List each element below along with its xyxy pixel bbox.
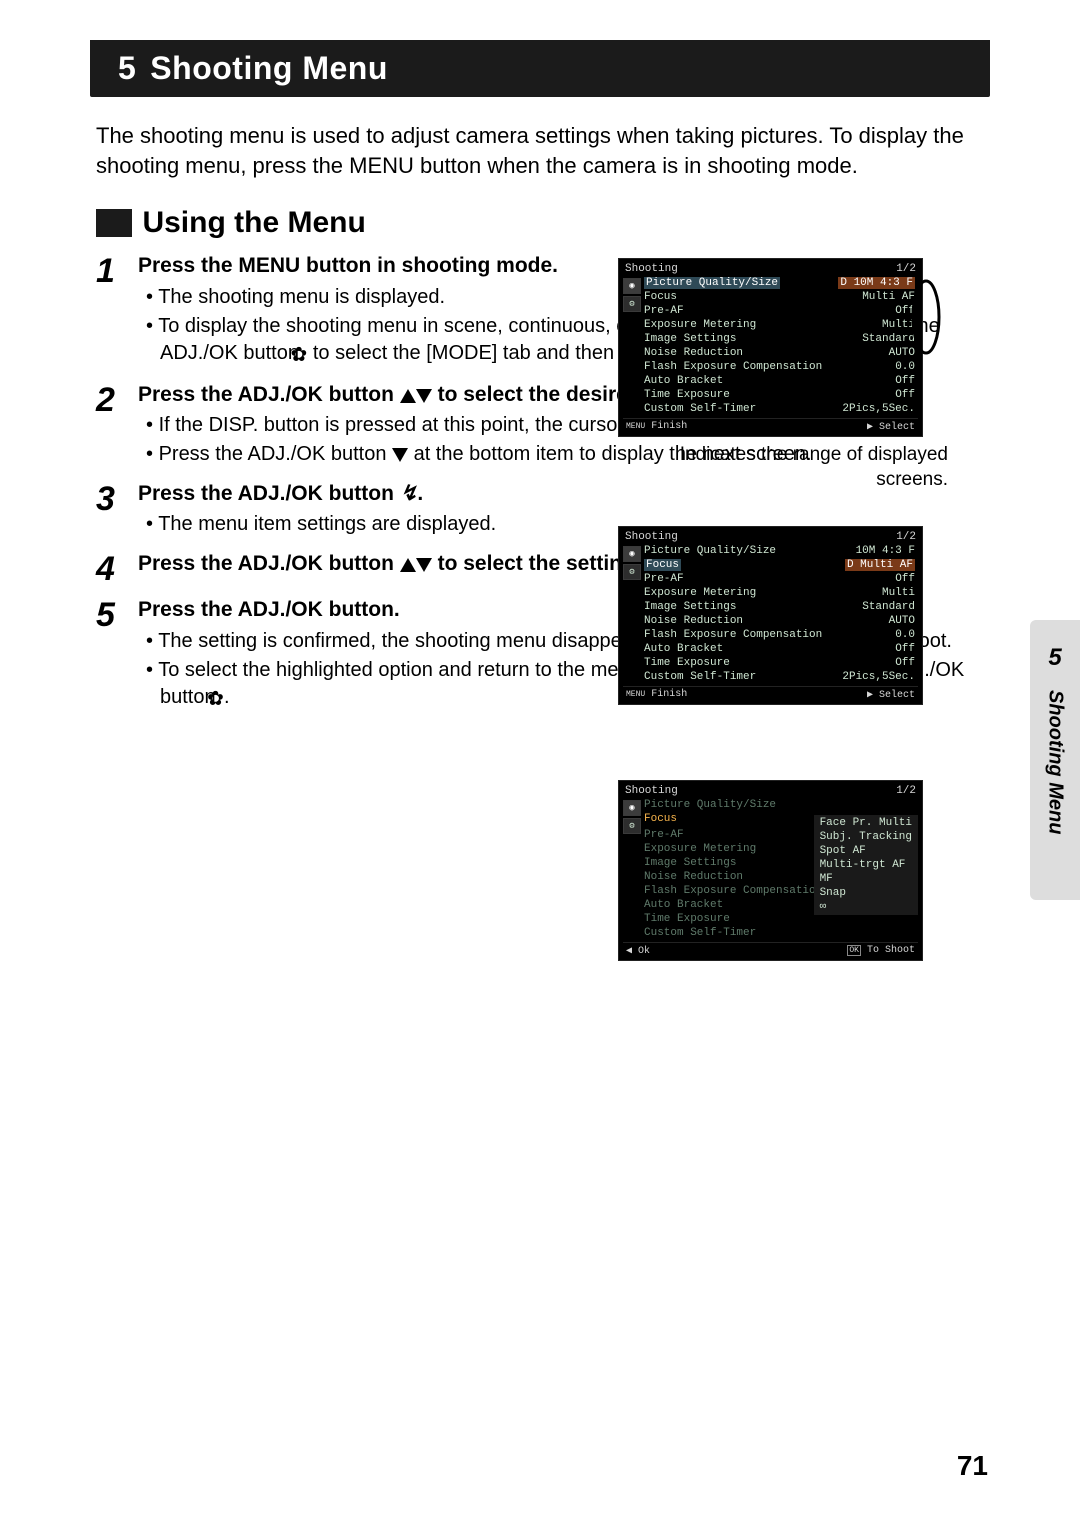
lcd-menu-row: Pre-AFOff	[641, 304, 918, 318]
down-arrow-icon	[416, 558, 432, 572]
page-number: 71	[957, 1450, 988, 1482]
lcd-menu-row: Time ExposureOff	[641, 388, 918, 402]
lcd-menu-row: Picture Quality/SizeD 10M 4:3 F	[641, 276, 918, 290]
up-arrow-icon	[400, 389, 416, 403]
lcd3-header-item: Picture Quality/Size	[644, 799, 776, 811]
chapter-title: Shooting Menu	[150, 50, 388, 86]
lcd3-foot-left: Ok	[638, 946, 650, 957]
lcd3-title: Shooting	[625, 785, 678, 797]
lcd-tab-camera-icon: ◉	[623, 800, 641, 816]
lcd-menu-row: Exposure MeteringMulti	[641, 586, 918, 600]
side-thumb-tab: 5 Shooting Menu	[1030, 620, 1080, 900]
lcd-menu-row: Noise ReductionAUTO	[641, 614, 918, 628]
intro-paragraph: The shooting menu is used to adjust came…	[96, 121, 984, 180]
lcd-tab-setup-icon: ⚙	[623, 564, 641, 580]
lcd-option: Face Pr. Multi	[817, 816, 915, 830]
section-title: Using the Menu	[142, 206, 365, 240]
lcd-menu-row: Custom Self-Timer	[641, 926, 918, 940]
lcd1-caption: Indicates the range of displayed screens…	[618, 443, 948, 492]
lcd-menu-row: Exposure MeteringMulti	[641, 318, 918, 332]
lcd-option: Spot AF	[817, 844, 915, 858]
lcd-option: ∞	[817, 900, 915, 914]
lcd-option: Snap	[817, 886, 915, 900]
lcd3-foot-right: To Shoot	[867, 945, 915, 956]
flash-bolt-icon: ↯	[400, 480, 418, 507]
lcd-option: Multi-trgt AF	[817, 858, 915, 872]
step-number: 2	[96, 381, 138, 470]
lcd-screenshot-1: Shooting 1/2 ◉ ⚙ Picture Quality/SizeD 10…	[618, 258, 923, 437]
lcd-screenshot-2: Shooting 1/2 ◉ ⚙ Picture Quality/Size10M …	[618, 526, 923, 705]
lcd-tab-setup-icon: ⚙	[623, 296, 641, 312]
step-number: 1	[96, 252, 138, 370]
lcd1-foot-left: Finish	[651, 421, 687, 432]
lcd-tab-setup-icon: ⚙	[623, 818, 641, 834]
lcd-menu-row: Noise ReductionAUTO	[641, 346, 918, 360]
lcd-menu-row: FocusMulti AF	[641, 290, 918, 304]
lcd-menu-row: Custom Self-Timer2Pics,5Sec.	[641, 670, 918, 684]
step-number: 4	[96, 550, 138, 586]
lcd-option: Subj. Tracking	[817, 830, 915, 844]
side-tab-number: 5	[1030, 644, 1080, 672]
up-arrow-icon	[400, 558, 416, 572]
lcd3-page: 1/2	[896, 785, 916, 797]
lcd-menu-row: Flash Exposure Compensation0.0	[641, 360, 918, 374]
chapter-number: 5	[118, 50, 136, 87]
down-arrow-icon	[416, 389, 432, 403]
lcd-screenshot-3-wrap: Shooting 1/2 ◉ ⚙ Picture Quality/Size Foc…	[618, 780, 948, 961]
lcd-option: MF	[817, 872, 915, 886]
lcd-screenshot-2-wrap: Shooting 1/2 ◉ ⚙ Picture Quality/Size10M …	[618, 526, 948, 705]
side-tab-label: Shooting Menu	[1044, 690, 1067, 834]
lcd-menu-row: Auto BracketOff	[641, 374, 918, 388]
lcd1-foot-right: Select	[879, 422, 915, 433]
lcd-menu-row: Auto BracketOff	[641, 642, 918, 656]
lcd-tab-camera-icon: ◉	[623, 546, 641, 562]
lcd-menu-row: Image SettingsStandard	[641, 332, 918, 346]
lcd-menu-row: Time ExposureOff	[641, 656, 918, 670]
step-number: 3	[96, 480, 138, 540]
lcd-menu-row: Custom Self-Timer2Pics,5Sec.	[641, 402, 918, 416]
lcd2-foot-right: Select	[879, 690, 915, 701]
lcd-menu-row: Picture Quality/Size10M 4:3 F	[641, 544, 918, 558]
lcd2-page: 1/2	[896, 531, 916, 543]
lcd-menu-row: FocusD Multi AF	[641, 558, 918, 572]
lcd2-title: Shooting	[625, 531, 678, 543]
lcd-menu-row: Image SettingsStandard	[641, 600, 918, 614]
chapter-header: 5 Shooting Menu	[90, 40, 990, 97]
range-indicator-oval-icon	[910, 279, 960, 355]
lcd-menu-row: Pre-AFOff	[641, 572, 918, 586]
lcd-menu-row: Flash Exposure Compensation0.0	[641, 628, 918, 642]
lcd-screenshot-1-wrap: Shooting 1/2 ◉ ⚙ Picture Quality/SizeD 10…	[618, 258, 948, 492]
lcd1-title: Shooting	[625, 263, 678, 275]
lcd-screenshot-3: Shooting 1/2 ◉ ⚙ Picture Quality/Size Foc…	[618, 780, 923, 961]
lcd3-cursor-label: Focus	[644, 813, 677, 827]
lcd1-page: 1/2	[896, 263, 916, 275]
section-bullet	[96, 209, 132, 237]
lcd-tab-camera-icon: ◉	[623, 278, 641, 294]
step-number: 5	[96, 596, 138, 714]
lcd2-foot-left: Finish	[651, 689, 687, 700]
down-arrow-icon	[392, 448, 408, 462]
